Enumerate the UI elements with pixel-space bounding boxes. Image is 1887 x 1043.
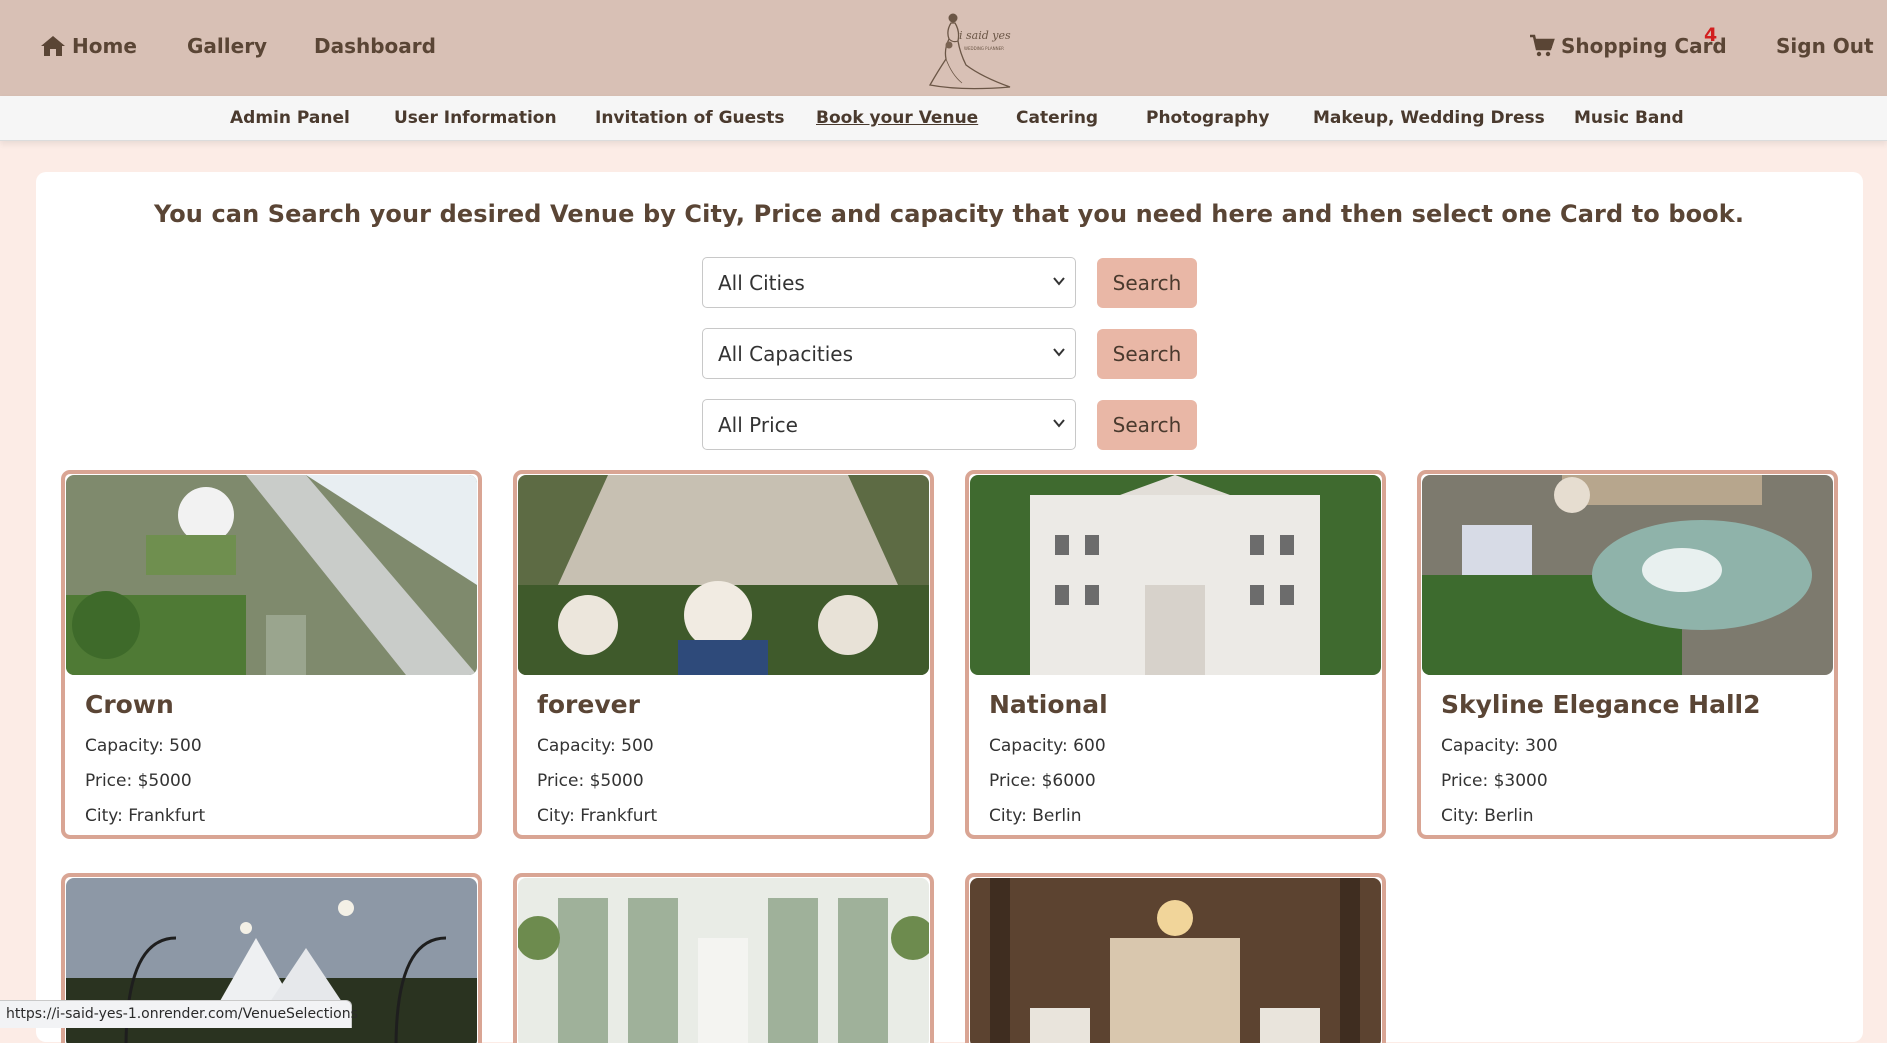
- venue-name: forever: [537, 690, 640, 719]
- subnav-catering[interactable]: Catering: [1016, 108, 1098, 128]
- venue-photo: [66, 475, 477, 675]
- venue-card[interactable]: Skyline Elegance Hall2 Capacity: 300 Pri…: [1417, 470, 1838, 839]
- chevron-down-icon: [1053, 348, 1065, 357]
- venue-price: Price: $3000: [1441, 771, 1548, 791]
- venue-card[interactable]: National Capacity: 600 Price: $6000 City…: [965, 470, 1386, 839]
- venue-card[interactable]: forever Capacity: 500 Price: $5000 City:…: [513, 470, 934, 839]
- status-bar-url: https://i-said-yes-1.onrender.com/VenueS…: [0, 1000, 358, 1028]
- nav-home-label: Home: [72, 34, 137, 58]
- capacity-select[interactable]: All Capacities: [702, 328, 1076, 379]
- shopping-cart-label: Shopping Card: [1561, 34, 1727, 58]
- venue-city: City: Berlin: [989, 806, 1082, 826]
- sign-out-link[interactable]: Sign Out: [1776, 34, 1874, 58]
- venue-card[interactable]: Crown Capacity: 500 Price: $5000 City: F…: [61, 470, 482, 839]
- svg-text:WEDDING PLANNER: WEDDING PLANNER: [964, 46, 1004, 51]
- capacity-search-button[interactable]: Search: [1097, 329, 1197, 379]
- price-select[interactable]: All Price: [702, 399, 1076, 450]
- chevron-down-icon: [1053, 419, 1065, 428]
- venue-name: National: [989, 690, 1108, 719]
- home-icon: [41, 36, 65, 56]
- shopping-cart-link[interactable]: Shopping Card: [1529, 34, 1727, 58]
- venue-price: Price: $5000: [537, 771, 644, 791]
- venue-photo: [518, 878, 929, 1043]
- venue-name: Crown: [85, 690, 174, 719]
- shopping-cart-icon: [1530, 34, 1555, 57]
- venue-card[interactable]: [513, 873, 934, 1043]
- subnav-music-band[interactable]: Music Band: [1574, 108, 1684, 128]
- venue-city: City: Frankfurt: [85, 806, 206, 826]
- page-headline: You can Search your desired Venue by Cit…: [153, 200, 1745, 228]
- venue-photo: [970, 475, 1381, 675]
- venue-city: City: Berlin: [1441, 806, 1534, 826]
- venue-price: Price: $6000: [989, 771, 1096, 791]
- subnav-makeup-wedding-dress[interactable]: Makeup, Wedding Dress: [1313, 108, 1545, 128]
- svg-text:i said yes: i said yes: [959, 29, 1011, 42]
- capacity-select-value: All Capacities: [718, 341, 853, 366]
- bride-logo-icon: i said yes WEDDING PLANNER: [928, 13, 1011, 90]
- city-search-button[interactable]: Search: [1097, 258, 1197, 308]
- venue-name: Skyline Elegance Hall2: [1441, 690, 1761, 719]
- venue-capacity: Capacity: 500: [537, 736, 654, 756]
- top-navbar: Home Gallery Dashboard i said yes WEDDIN…: [0, 0, 1887, 96]
- price-select-value: All Price: [718, 412, 798, 437]
- venue-card[interactable]: [965, 873, 1386, 1043]
- subnav-book-your-venue[interactable]: Book your Venue: [816, 108, 978, 128]
- subnav-user-information[interactable]: User Information: [394, 108, 557, 128]
- venue-capacity: Capacity: 500: [85, 736, 202, 756]
- subnav-photography[interactable]: Photography: [1146, 108, 1269, 128]
- subnav-invitation-of-guests[interactable]: Invitation of Guests: [595, 108, 785, 128]
- subnav-admin-panel[interactable]: Admin Panel: [230, 108, 350, 128]
- brand-logo[interactable]: i said yes WEDDING PLANNER: [922, 5, 1018, 91]
- nav-home-link[interactable]: Home: [40, 34, 137, 58]
- city-select-value: All Cities: [718, 270, 805, 295]
- city-select[interactable]: All Cities: [702, 257, 1076, 308]
- venue-price: Price: $5000: [85, 771, 192, 791]
- venue-photo: [518, 475, 929, 675]
- price-search-button[interactable]: Search: [1097, 400, 1197, 450]
- venue-photo: [1422, 475, 1833, 675]
- nav-dashboard-link[interactable]: Dashboard: [314, 34, 436, 58]
- cart-count-badge: 4: [1704, 24, 1718, 46]
- venue-photo: [970, 878, 1381, 1043]
- venue-city: City: Frankfurt: [537, 806, 658, 826]
- chevron-down-icon: [1053, 277, 1065, 286]
- nav-gallery-link[interactable]: Gallery: [187, 34, 267, 58]
- venue-capacity: Capacity: 600: [989, 736, 1106, 756]
- venue-capacity: Capacity: 300: [1441, 736, 1558, 756]
- secondary-nav: Admin Panel User Information Invitation …: [0, 96, 1887, 141]
